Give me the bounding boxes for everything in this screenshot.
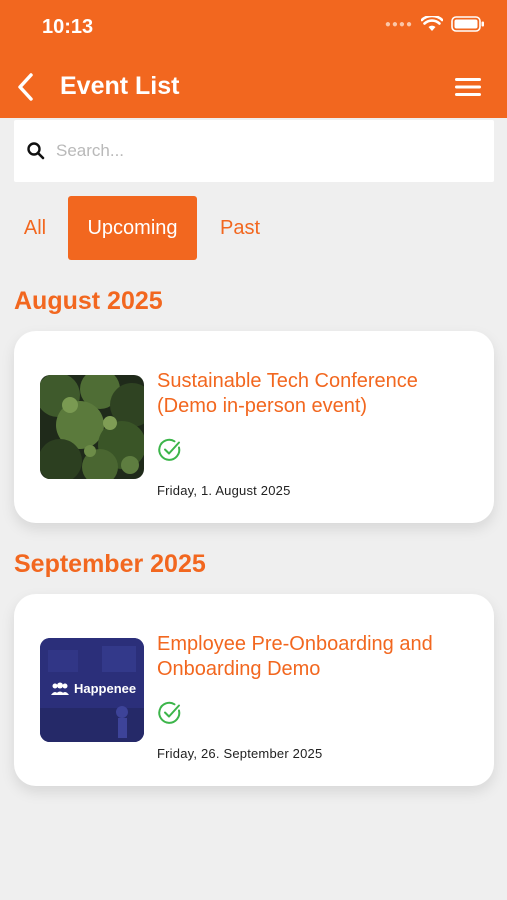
search-input[interactable] <box>56 141 456 161</box>
search-icon <box>27 142 45 160</box>
event-thumbnail: Happenee <box>40 638 144 742</box>
event-title: Sustainable Tech Conference (Demo in-per… <box>157 370 418 417</box>
happenee-logo: Happenee <box>50 681 136 696</box>
event-card[interactable]: Happenee Employee Pre-Onboarding and Onb… <box>14 594 494 786</box>
section-heading: August 2025 <box>14 287 163 315</box>
app-header: 10:13 ●●●● Event List <box>0 0 507 118</box>
people-icon <box>51 682 69 695</box>
event-date: Friday, 26. September 2025 <box>157 746 323 761</box>
event-title: Employee Pre-Onboarding and Onboarding D… <box>157 633 433 680</box>
event-thumbnail <box>40 375 144 479</box>
section-heading: September 2025 <box>14 550 206 578</box>
check-circle-icon <box>158 438 181 461</box>
status-time: 10:13 <box>42 16 94 38</box>
battery-icon <box>451 16 484 32</box>
tab-upcoming[interactable]: Upcoming <box>68 196 197 260</box>
tab-past[interactable]: Past <box>210 196 270 260</box>
event-date: Friday, 1. August 2025 <box>157 483 291 498</box>
signal-icon: ●●●● <box>384 18 413 30</box>
wifi-icon <box>421 16 443 31</box>
logo-text: Happenee <box>74 681 137 696</box>
forest-image <box>40 375 144 479</box>
check-circle-icon <box>158 701 181 724</box>
page-title: Event List <box>60 72 180 100</box>
tab-all[interactable]: All <box>14 196 56 260</box>
back-icon[interactable] <box>12 70 42 104</box>
search-bar[interactable] <box>14 120 494 182</box>
event-card[interactable]: Sustainable Tech Conference (Demo in-per… <box>14 331 494 523</box>
status-icons: ●●●● <box>385 16 485 32</box>
menu-icon[interactable] <box>453 76 483 98</box>
